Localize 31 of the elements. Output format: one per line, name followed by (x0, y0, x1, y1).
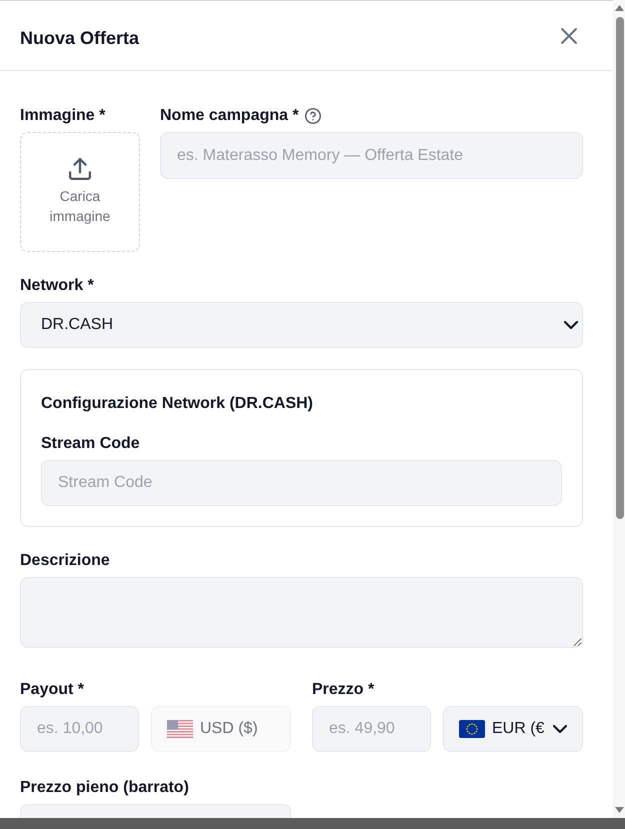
scrollbar[interactable] (613, 0, 625, 818)
full-price-input[interactable] (20, 804, 291, 818)
field-label: Prezzo * (312, 680, 374, 700)
field-label: Immagine * (20, 106, 106, 126)
upload-icon (69, 158, 91, 180)
close-icon (561, 28, 577, 44)
scroll-up-arrow-icon[interactable] (615, 5, 624, 11)
field-label: Payout * (20, 680, 84, 700)
field-label: Stream Code (41, 434, 140, 454)
scroll-down-arrow-icon[interactable] (615, 807, 624, 813)
close-button[interactable] (561, 28, 577, 44)
field-label: Prezzo pieno (barrato) (20, 778, 189, 798)
dialog-title: Nuova Offerta (20, 27, 140, 50)
help-icon[interactable] (304, 108, 321, 124)
eu-flag-icon (459, 720, 485, 738)
scrollbar-thumb[interactable] (616, 17, 624, 519)
us-flag-icon (167, 720, 193, 738)
field-label: Descrizione (20, 551, 110, 571)
network-select[interactable]: DR.CASH (20, 302, 583, 348)
field-label: Network * (20, 276, 94, 296)
stream-code-input[interactable]: Stream Code (41, 460, 562, 506)
currency-select[interactable]: EUR (€ (443, 706, 583, 752)
amount-input[interactable]: es. 10,00 (20, 706, 139, 752)
campaign-name-input[interactable]: es. Materasso Memory — Offerta Estate (160, 132, 583, 179)
chevron-down-icon (553, 722, 568, 736)
card-title: Configurazione Network (DR.CASH) (41, 394, 313, 414)
image-upload-dropzone[interactable]: Carica immagine (20, 132, 140, 252)
chevron-down-icon (564, 318, 578, 332)
upload-text: Carica immagine (48, 187, 112, 226)
amount-input[interactable]: es. 49,90 (312, 706, 431, 752)
field-label: Nome campagna * (160, 106, 299, 126)
